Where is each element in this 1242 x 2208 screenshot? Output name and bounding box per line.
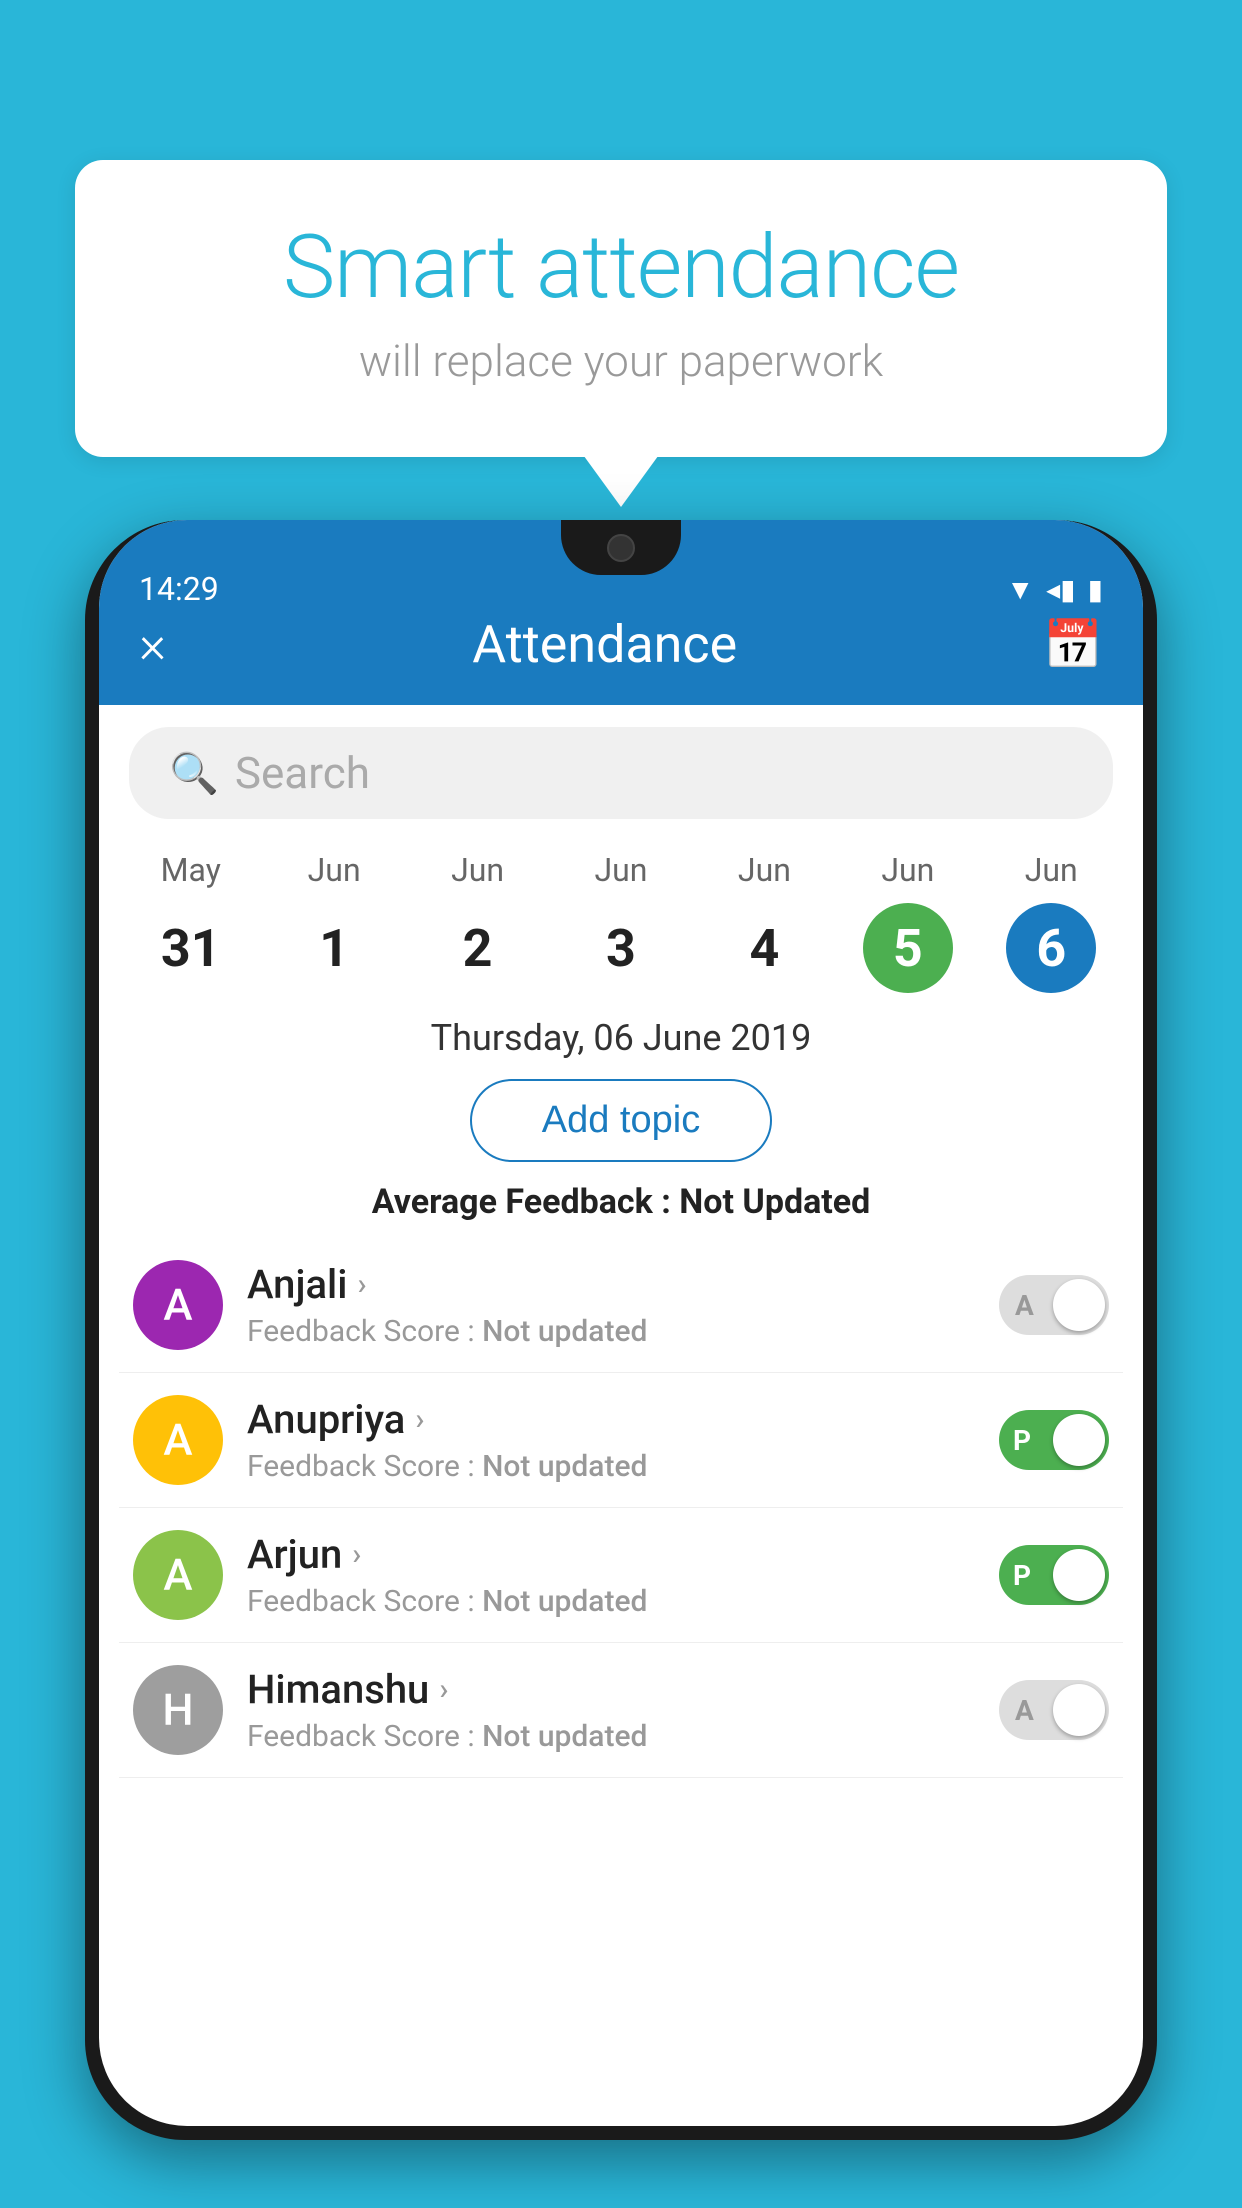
signal-icon: ◂▮ xyxy=(1046,573,1075,606)
student-name: Himanshu › xyxy=(247,1666,975,1713)
header-title: Attendance xyxy=(472,614,737,675)
student-info: Himanshu › Feedback Score : Not updated xyxy=(247,1666,975,1754)
add-topic-button[interactable]: Add topic xyxy=(470,1079,772,1162)
search-input-label: Search xyxy=(235,747,370,799)
cal-day-num[interactable]: 1 xyxy=(289,903,379,993)
attendance-toggle[interactable]: A xyxy=(999,1680,1109,1740)
calendar-day[interactable]: May 31 xyxy=(146,851,236,993)
average-feedback: Average Feedback : Not Updated xyxy=(99,1182,1143,1222)
attendance-toggle[interactable]: P xyxy=(999,1410,1109,1470)
attendance-toggle[interactable]: P xyxy=(999,1545,1109,1605)
student-info: Anjali › Feedback Score : Not updated xyxy=(247,1261,975,1349)
calendar-strip: May 31 Jun 1 Jun 2 Jun 3 Jun 4 Jun 5 Jun 6 xyxy=(99,841,1143,993)
phone-screen: 14:29 ▼ ◂▮ ▮ × Attendance 📅 🔍 Search xyxy=(99,520,1143,2126)
cal-month-label: Jun xyxy=(308,851,361,889)
calendar-day[interactable]: Jun 4 xyxy=(719,851,809,993)
bubble-title: Smart attendance xyxy=(155,220,1087,317)
chevron-icon: › xyxy=(357,1267,366,1302)
toggle-switch[interactable]: A xyxy=(999,1275,1109,1335)
feedback-score: Feedback Score : Not updated xyxy=(247,1584,975,1619)
avatar: A xyxy=(133,1530,223,1620)
toggle-thumb xyxy=(1053,1684,1105,1736)
avg-feedback-label: Average Feedback : xyxy=(372,1182,680,1222)
cal-day-num[interactable]: 31 xyxy=(146,903,236,993)
student-name: Arjun › xyxy=(247,1531,975,1578)
header-nav: × Attendance 📅 xyxy=(139,614,1103,695)
toggle-thumb xyxy=(1053,1414,1105,1466)
cal-month-label: Jun xyxy=(738,851,791,889)
cal-month-label: May xyxy=(161,851,221,889)
student-list: AAnjali ›Feedback Score : Not updatedAAA… xyxy=(99,1238,1143,1778)
toggle-label: A xyxy=(1015,1694,1034,1727)
phone: 14:29 ▼ ◂▮ ▮ × Attendance 📅 🔍 Search xyxy=(85,520,1157,2208)
calendar-day[interactable]: Jun 3 xyxy=(576,851,666,993)
chevron-icon: › xyxy=(415,1402,424,1437)
student-item[interactable]: A Arjun › Feedback Score : Not updated P xyxy=(119,1508,1123,1643)
student-info: Anupriya › Feedback Score : Not updated xyxy=(247,1396,975,1484)
wifi-icon: ▼ xyxy=(1006,573,1034,606)
cal-day-num[interactable]: 2 xyxy=(433,903,523,993)
close-button[interactable]: × xyxy=(139,619,166,671)
camera xyxy=(607,534,635,562)
speech-bubble-container: Smart attendance will replace your paper… xyxy=(75,160,1167,457)
cal-day-num[interactable]: 5 xyxy=(863,903,953,993)
calendar-day[interactable]: Jun 1 xyxy=(289,851,379,993)
avatar: H xyxy=(133,1665,223,1755)
attendance-toggle[interactable]: A xyxy=(999,1275,1109,1335)
feedback-score: Feedback Score : Not updated xyxy=(247,1719,975,1754)
speech-bubble: Smart attendance will replace your paper… xyxy=(75,160,1167,457)
cal-day-num[interactable]: 6 xyxy=(1006,903,1096,993)
phone-body: 14:29 ▼ ◂▮ ▮ × Attendance 📅 🔍 Search xyxy=(85,520,1157,2140)
toggle-thumb xyxy=(1053,1279,1105,1331)
toggle-label: A xyxy=(1015,1289,1034,1322)
student-item[interactable]: A Anjali › Feedback Score : Not updated A xyxy=(119,1238,1123,1373)
toggle-thumb xyxy=(1053,1549,1105,1601)
search-icon: 🔍 xyxy=(169,750,219,797)
toggle-switch[interactable]: P xyxy=(999,1410,1109,1470)
status-time: 14:29 xyxy=(139,570,219,608)
calendar-day[interactable]: Jun 6 xyxy=(1006,851,1096,993)
calendar-day[interactable]: Jun 5 xyxy=(863,851,953,993)
phone-notch xyxy=(561,520,681,575)
cal-day-num[interactable]: 3 xyxy=(576,903,666,993)
cal-month-label: Jun xyxy=(451,851,504,889)
student-name: Anupriya › xyxy=(247,1396,975,1443)
chevron-icon: › xyxy=(352,1537,361,1572)
bubble-subtitle: will replace your paperwork xyxy=(155,335,1087,387)
toggle-label: P xyxy=(1013,1424,1031,1457)
calendar-icon[interactable]: 📅 xyxy=(1043,616,1103,673)
toggle-switch[interactable]: P xyxy=(999,1545,1109,1605)
chevron-icon: › xyxy=(439,1672,448,1707)
avg-feedback-value: Not Updated xyxy=(679,1182,870,1222)
toggle-label: P xyxy=(1013,1559,1031,1592)
cal-day-num[interactable]: 4 xyxy=(719,903,809,993)
student-item[interactable]: H Himanshu › Feedback Score : Not updated A xyxy=(119,1643,1123,1778)
avatar: A xyxy=(133,1395,223,1485)
student-item[interactable]: A Anupriya › Feedback Score : Not updated P xyxy=(119,1373,1123,1508)
cal-month-label: Jun xyxy=(594,851,647,889)
avatar: A xyxy=(133,1260,223,1350)
calendar-day[interactable]: Jun 2 xyxy=(433,851,523,993)
search-bar[interactable]: 🔍 Search xyxy=(129,727,1113,819)
status-icons: ▼ ◂▮ ▮ xyxy=(1006,573,1103,606)
feedback-score: Feedback Score : Not updated xyxy=(247,1449,975,1484)
cal-month-label: Jun xyxy=(1025,851,1078,889)
student-name: Anjali › xyxy=(247,1261,975,1308)
student-info: Arjun › Feedback Score : Not updated xyxy=(247,1531,975,1619)
feedback-score: Feedback Score : Not updated xyxy=(247,1314,975,1349)
toggle-switch[interactable]: A xyxy=(999,1680,1109,1740)
cal-month-label: Jun xyxy=(881,851,934,889)
selected-date: Thursday, 06 June 2019 xyxy=(99,1017,1143,1059)
battery-icon: ▮ xyxy=(1088,573,1103,606)
